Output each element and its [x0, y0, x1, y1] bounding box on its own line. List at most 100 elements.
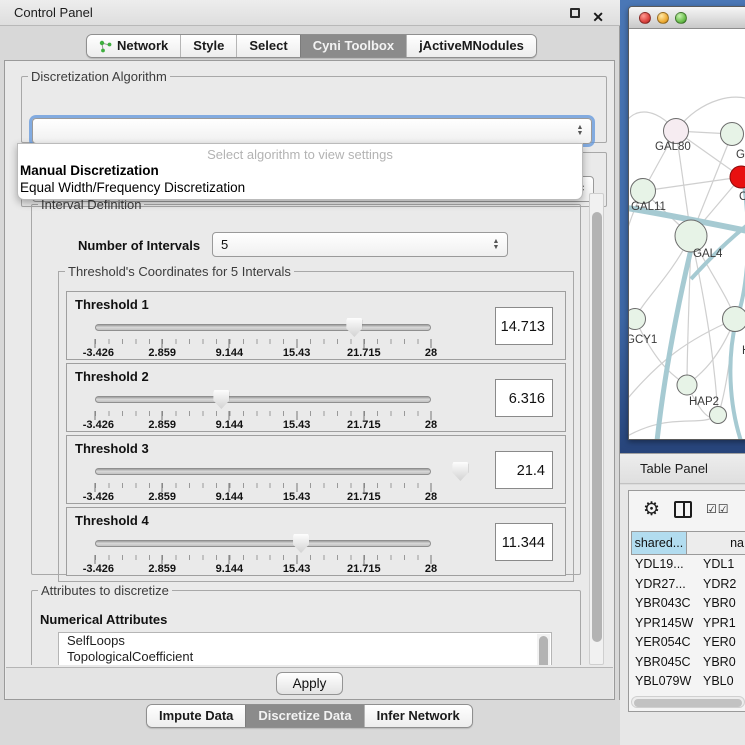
right-column: GAL80 GA C GAL11 GAL4 GCY1 H HAP2 Table …: [620, 0, 745, 745]
node-table: shared... na YDL19... YDL1 YDR27... YDR2…: [631, 531, 745, 693]
threshold-label: Threshold 2: [75, 369, 149, 384]
table-row[interactable]: YBR043C YBR0: [631, 594, 745, 614]
node-bottom[interactable]: [709, 406, 727, 424]
bottom-tab-bar: Impute Data Discretize Data Infer Networ…: [146, 704, 473, 728]
tab-label: Impute Data: [159, 705, 233, 727]
num-intervals-combobox[interactable]: 5 ▲▼: [212, 232, 508, 257]
combo-arrows-icon: ▲▼: [489, 236, 503, 253]
thresholds-group: Threshold's Coordinates for 5 Intervals …: [58, 264, 574, 582]
control-panel: Control Panel ✕ Network Style Select Cyn…: [0, 0, 620, 745]
table-row[interactable]: YBL079W YBL0: [631, 672, 745, 692]
table-panel-titlebar: Table Panel: [620, 453, 745, 484]
top-tab-bar: Network Style Select Cyni Toolbox jActiv…: [86, 34, 537, 58]
table-panel: ⚙ ☑☑ shared... na YDL19... YDL1 YDR27...…: [620, 485, 745, 745]
combo-value: 5: [221, 237, 228, 252]
algorithm-combobox[interactable]: ▲▼: [32, 118, 592, 144]
attributes-listbox[interactable]: SelfLoops TopologicalCoefficient Between…: [58, 632, 552, 665]
select-columns-icon[interactable]: ☑☑: [706, 502, 730, 516]
table-horizontal-scrollbar[interactable]: [631, 696, 745, 708]
algorithm-dropdown-popup: Select algorithm to view settings Manual…: [17, 143, 583, 200]
list-scrollbar[interactable]: [537, 634, 550, 665]
node-h[interactable]: [722, 306, 745, 332]
threshold-label: Threshold 3: [75, 441, 149, 456]
slider-scale: -3.426 2.859 9.144 15.43 21.715 28: [95, 419, 431, 432]
tab-label: Network: [117, 35, 168, 57]
tab-network[interactable]: Network: [87, 35, 180, 57]
combo-arrows-icon: ▲▼: [573, 122, 587, 140]
node-label: GAL11: [631, 201, 666, 213]
tab-select[interactable]: Select: [236, 35, 299, 57]
threshold-4-panel: Threshold 4 -3.426 2.859 9.144 15.43 21.…: [66, 507, 566, 576]
settings-scroll-viewport: Interval Definition Number of Intervals …: [9, 193, 609, 665]
tab-impute-data[interactable]: Impute Data: [147, 705, 245, 727]
slider-track[interactable]: [95, 396, 431, 403]
network-icon: [99, 40, 112, 53]
tab-label: Discretize Data: [258, 705, 351, 727]
table-row[interactable]: YLR345W YLR3: [631, 692, 745, 694]
node-label: GCY1: [628, 334, 657, 346]
table-row[interactable]: YER054C YER0: [631, 633, 745, 653]
slider-track[interactable]: [95, 540, 431, 547]
table-row[interactable]: YBR045C YBR0: [631, 653, 745, 673]
threshold-value-field[interactable]: 21.4: [495, 451, 553, 489]
slider-thumb[interactable]: [213, 390, 229, 409]
tab-label: Infer Network: [377, 705, 460, 727]
popup-hint: Select algorithm to view settings: [18, 144, 582, 162]
table-row[interactable]: YDL19... YDL1: [631, 555, 745, 575]
numerical-attributes-label: Numerical Attributes: [40, 612, 167, 627]
bottom-strip: Impute Data Discretize Data Infer Networ…: [0, 700, 620, 745]
tab-jactivemnodules[interactable]: jActiveMNodules: [406, 35, 536, 57]
close-icon[interactable]: ✕: [592, 4, 604, 30]
threshold-value-field[interactable]: 11.344: [495, 523, 553, 561]
list-item[interactable]: BetweennessCentrality: [59, 664, 551, 665]
node-selected-red[interactable]: [730, 166, 745, 189]
control-panel-titlebar: Control Panel ✕: [0, 0, 620, 26]
close-traffic-light-icon[interactable]: [639, 12, 651, 24]
column-header-shared-name[interactable]: shared...: [632, 532, 687, 554]
network-canvas[interactable]: GAL80 GA C GAL11 GAL4 GCY1 H HAP2: [629, 29, 745, 440]
panel-title: Control Panel: [14, 5, 93, 20]
threshold-value-field[interactable]: 14.713: [495, 307, 553, 345]
threshold-1-panel: Threshold 1 -3.426 2.859 9.144 15.43 21.…: [66, 291, 566, 360]
threshold-value-field[interactable]: 6.316: [495, 379, 553, 417]
tab-cyni-toolbox[interactable]: Cyni Toolbox: [300, 35, 406, 57]
list-item[interactable]: SelfLoops: [59, 633, 551, 649]
threshold-2-panel: Threshold 2 -3.426 2.859 9.144 15.43 21.…: [66, 363, 566, 432]
table-row[interactable]: YPR145W YPR1: [631, 614, 745, 634]
tab-discretize-data[interactable]: Discretize Data: [245, 705, 363, 727]
slider-thumb[interactable]: [346, 318, 362, 337]
network-window-titlebar[interactable]: [629, 7, 745, 29]
float-window-icon[interactable]: [570, 8, 580, 18]
minimize-traffic-light-icon[interactable]: [657, 12, 669, 24]
network-view-window[interactable]: GAL80 GA C GAL11 GAL4 GCY1 H HAP2: [628, 6, 745, 440]
cyni-toolbox-pane: Discretization Algorithm ▲▼ Select algor…: [4, 60, 615, 700]
group-label: Attributes to discretize: [38, 583, 172, 598]
num-intervals-label: Number of Intervals: [78, 238, 200, 253]
node-label: GAL80: [655, 141, 691, 153]
zoom-traffic-light-icon[interactable]: [675, 12, 687, 24]
list-item[interactable]: TopologicalCoefficient: [59, 649, 551, 665]
gear-icon[interactable]: ⚙: [643, 498, 660, 521]
tab-infer-network[interactable]: Infer Network: [364, 705, 472, 727]
popup-option-manual[interactable]: Manual Discretization: [18, 162, 582, 179]
node-label: GAL4: [693, 248, 722, 260]
popup-option-equal-width[interactable]: Equal Width/Frequency Discretization: [18, 179, 582, 196]
apply-row: Apply: [6, 667, 613, 699]
attributes-group: Attributes to discretize Numerical Attri…: [31, 583, 581, 665]
slider-thumb[interactable]: [293, 534, 309, 553]
slider-thumb[interactable]: [452, 462, 468, 481]
threshold-3-panel: Threshold 3 -3.426 2.859 9.144 15.43 21.…: [66, 435, 566, 504]
table-row[interactable]: YDR27... YDR2: [631, 575, 745, 595]
tab-style[interactable]: Style: [180, 35, 236, 57]
threshold-label: Threshold 4: [75, 513, 149, 528]
split-columns-icon[interactable]: [674, 501, 692, 518]
node-top-right[interactable]: [720, 122, 744, 146]
node-hap2[interactable]: [677, 375, 698, 396]
slider-track[interactable]: [95, 324, 431, 331]
column-header-name[interactable]: na: [687, 532, 745, 554]
apply-button[interactable]: Apply: [276, 672, 344, 695]
table-toolbar: ⚙ ☑☑: [629, 491, 745, 527]
node-label: GA: [736, 149, 745, 161]
slider-track[interactable]: [95, 468, 431, 475]
main-scrollbar[interactable]: [589, 193, 604, 665]
